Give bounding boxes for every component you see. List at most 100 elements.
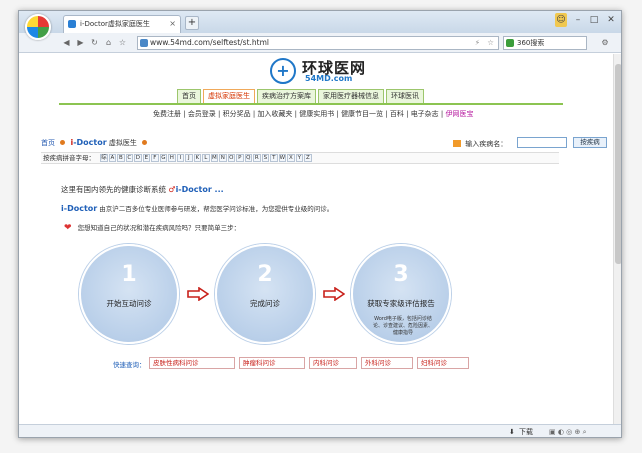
maximize-icon[interactable]: □ — [587, 13, 601, 27]
scrollbar-thumb[interactable] — [615, 64, 621, 264]
minimize-icon[interactable]: – — [571, 13, 585, 27]
site-logo-icon[interactable]: + — [270, 58, 296, 84]
forward-icon[interactable]: ▶ — [75, 37, 86, 48]
main-nav-treatment-library[interactable]: 疾病治疗方案库 — [257, 89, 316, 103]
download-icon[interactable]: ⬇ — [509, 425, 515, 437]
download-label[interactable]: 下载 — [519, 425, 533, 437]
pinyin-letter-15[interactable]: O — [227, 154, 236, 162]
sub-nav-login[interactable]: 会员登录 — [188, 110, 216, 118]
quick-item-dermatology[interactable]: 皮肤性病科问诊 — [149, 357, 235, 369]
pinyin-letter-9[interactable]: I — [176, 154, 185, 162]
new-tab-button[interactable]: + — [185, 16, 199, 30]
pinyin-letter-8[interactable]: H — [168, 154, 176, 162]
step-3-button[interactable]: 3 获取专家级评估报告 Word电子版，包括问诊结论、诊查建议、危险因素、健康指… — [351, 244, 451, 344]
pinyin-letter-5[interactable]: E — [142, 154, 151, 162]
pinyin-letter-2[interactable]: B — [117, 154, 125, 162]
pinyin-index: 按疾病拼音字母： 综ABCDEFGHIJKLMNOPQRSTWXYZ — [41, 152, 559, 164]
pinyin-letter-20[interactable]: T — [270, 154, 278, 162]
main-nav-virtual-doctor[interactable]: 虚拟家庭医生 — [203, 89, 255, 103]
sub-nav-favorites[interactable]: 加入收藏夹 — [257, 110, 292, 118]
heart-icon: ❤ — [64, 223, 72, 233]
pinyin-letter-22[interactable]: X — [287, 154, 295, 162]
bullet-icon — [142, 140, 148, 145]
step-number: 2 — [257, 262, 273, 287]
sub-nav-yiwang[interactable]: 伊网医宝 — [446, 110, 474, 118]
sub-nav-points[interactable]: 积分奖品 — [223, 110, 251, 118]
pinyin-letter-16[interactable]: P — [236, 154, 244, 162]
quick-item-gynecology[interactable]: 妇科问诊 — [417, 357, 469, 369]
pinyin-letter-12[interactable]: L — [202, 154, 210, 162]
pinyin-letter-21[interactable]: W — [278, 154, 287, 162]
pinyin-letter-1[interactable]: A — [108, 154, 117, 162]
quick-item-surgery[interactable]: 外科问诊 — [361, 357, 413, 369]
pinyin-letter-0[interactable]: 综 — [100, 154, 108, 162]
intro-line-3: ❤ 您想知道自己的状况和潜在疾病风险吗？只要简单三步： — [64, 222, 240, 233]
refresh-icon[interactable]: ↻ — [89, 37, 100, 48]
breadcrumb-home[interactable]: 首页 — [41, 139, 55, 147]
web-page: + 环球医网 54MD.com 首页 虚拟家庭医生 疾病治疗方案库 家用医疗器械… — [19, 54, 613, 424]
tab-close-icon[interactable]: × — [169, 16, 176, 32]
main-nav-news[interactable]: 环球医讯 — [386, 89, 424, 103]
pinyin-letter-10[interactable]: J — [185, 154, 193, 162]
step-label: 完成问诊 — [250, 299, 280, 308]
favorite-icon[interactable]: ☆ — [117, 37, 128, 48]
nav-divider — [59, 103, 563, 105]
disease-name-input[interactable] — [517, 137, 567, 148]
user-icon[interactable]: ☺ — [555, 13, 567, 27]
sub-nav-magazine[interactable]: 电子杂志 — [411, 110, 439, 118]
quick-item-internal[interactable]: 内科问诊 — [309, 357, 357, 369]
status-tools-icon[interactable]: ▣ ◐ ◎ ⊕ ⌕ — [549, 425, 587, 437]
idoctor-brand: ♂i-Doctor ... — [168, 185, 224, 194]
sub-nav-programs[interactable]: 健康节目一览 — [341, 110, 383, 118]
quick-search-label: 快速查询： — [113, 361, 146, 369]
close-window-icon[interactable]: ✕ — [603, 13, 619, 27]
search-box[interactable]: 360搜索 — [503, 36, 587, 50]
pinyin-letter-17[interactable]: Q — [244, 154, 253, 162]
intro-line-1: 这里有国内领先的健康诊断系统 ♂i-Doctor ... — [61, 184, 224, 195]
sub-nav-register[interactable]: 免费注册 — [153, 110, 181, 118]
pinyin-letter-11[interactable]: K — [193, 154, 202, 162]
tools-icon[interactable]: ⚙ — [595, 37, 615, 48]
home-icon[interactable]: ⌂ — [103, 37, 114, 48]
pinyin-letter-23[interactable]: Y — [295, 154, 304, 162]
search-text: 360搜索 — [517, 39, 545, 47]
pinyin-letter-6[interactable]: F — [151, 154, 159, 162]
site-favicon-icon — [68, 20, 76, 28]
pinyin-label: 按疾病拼音字母： — [43, 154, 95, 162]
vertical-scrollbar[interactable] — [613, 54, 621, 424]
pinyin-letter-4[interactable]: D — [134, 154, 142, 162]
tab-title: i-Doctor虚拟家庭医生 — [80, 20, 150, 28]
sub-nav-books[interactable]: 健康实用书 — [299, 110, 334, 118]
disease-search: 输入疾病名： 按疾病 — [453, 137, 607, 149]
tab-current[interactable]: i-Doctor虚拟家庭医生 × — [63, 15, 181, 33]
main-nav-home[interactable]: 首页 — [177, 89, 201, 103]
address-bar[interactable]: www.54md.com/selftest/st.html ⚡ ☆ — [137, 36, 499, 50]
step-1-button[interactable]: 1 开始互动问诊 — [79, 244, 179, 344]
pinyin-letter-3[interactable]: C — [125, 154, 134, 162]
pinyin-letter-14[interactable]: N — [219, 154, 227, 162]
navigation-bar: ◀ ▶ ↻ ⌂ ☆ www.54md.com/selftest/st.html … — [19, 33, 621, 53]
sub-nav-wiki[interactable]: 百科 — [390, 110, 404, 118]
pinyin-letter-19[interactable]: S — [261, 154, 270, 162]
pinyin-letter-24[interactable]: Z — [304, 154, 312, 162]
step-number: 3 — [393, 262, 409, 287]
step-2-button[interactable]: 2 完成问诊 — [215, 244, 315, 344]
disease-search-button[interactable]: 按疾病 — [573, 137, 607, 148]
back-icon[interactable]: ◀ — [61, 37, 72, 48]
browser-titlebar: i-Doctor虚拟家庭医生 × + ☺ – □ ✕ — [19, 11, 621, 40]
bookmark-star-icon[interactable]: ☆ — [487, 37, 494, 49]
search-engine-icon — [506, 39, 514, 47]
flash-icon[interactable]: ⚡ — [475, 37, 480, 49]
pinyin-letter-18[interactable]: R — [253, 154, 261, 162]
bullet-icon — [60, 140, 66, 145]
site-domain: 54MD.com — [305, 74, 353, 83]
status-bar: ⬇ 下载 ▣ ◐ ◎ ⊕ ⌕ — [19, 424, 621, 437]
browser-logo-icon[interactable] — [25, 14, 51, 40]
breadcrumb: 首页 i-Doctor 虚拟医生 — [41, 138, 150, 148]
disease-search-label: 输入疾病名： — [465, 140, 508, 148]
step-label: 获取专家级评估报告 — [367, 299, 435, 308]
pinyin-letter-7[interactable]: G — [159, 154, 168, 162]
quick-item-oncology[interactable]: 肿瘤科问诊 — [239, 357, 305, 369]
main-nav-devices[interactable]: 家用医疗器械信息 — [318, 89, 384, 103]
pinyin-letter-13[interactable]: M — [210, 154, 219, 162]
